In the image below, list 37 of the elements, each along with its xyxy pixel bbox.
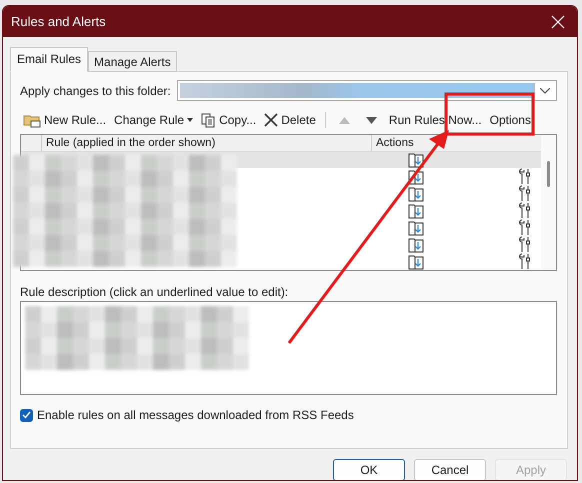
close-button[interactable] (549, 12, 567, 30)
wrench-icon (519, 219, 531, 236)
options-button[interactable]: Options (486, 111, 534, 129)
run-button[interactable]: Run Rules Now... (386, 111, 485, 129)
delete-button[interactable]: Delete (261, 111, 319, 129)
wrench-icon (519, 168, 531, 185)
wrench-icon (519, 236, 531, 253)
wrench-icon (519, 253, 531, 270)
description-label: Rule description (click an underlined value to edit): (20, 285, 290, 299)
new-button[interactable]: New Rule... (20, 110, 110, 130)
delete-icon (264, 113, 278, 127)
checkbox-label: Enable rules on all messages downloaded from RSS Feeds (37, 408, 354, 422)
change-button[interactable]: Change Rule (111, 111, 196, 129)
column-header: Rule (applied in the order shown) (41, 135, 371, 151)
dialog-button[interactable]: Cancel (414, 459, 486, 480)
tab[interactable]: Email Rules (10, 47, 88, 72)
folder-envelope-icon (23, 112, 41, 128)
move-to-folder-icon (408, 202, 424, 218)
move-to-folder-icon (408, 152, 424, 168)
move-to-folder-icon (408, 186, 424, 202)
move-to-folder-icon (408, 236, 424, 252)
window-title: Rules and Alerts (11, 14, 106, 29)
copy-button[interactable]: Copy... (198, 110, 260, 130)
chevron-down-icon (540, 88, 550, 94)
copy-icon (201, 112, 216, 128)
folder-label: Apply changes to this folder: (20, 84, 171, 98)
tab[interactable]: Manage Alerts (88, 51, 177, 72)
checkbox[interactable] (20, 408, 33, 422)
down-triangle-icon (366, 116, 377, 124)
scrollbar[interactable] (541, 135, 556, 270)
up-triangle-icon (338, 116, 350, 124)
caret-icon (187, 118, 194, 122)
move-to-folder-icon (408, 220, 424, 236)
wrench-icon (519, 202, 531, 219)
folder-dropdown[interactable] (176, 80, 557, 101)
dialog-button[interactable]: OK (333, 459, 405, 480)
wrench-icon (519, 185, 531, 202)
